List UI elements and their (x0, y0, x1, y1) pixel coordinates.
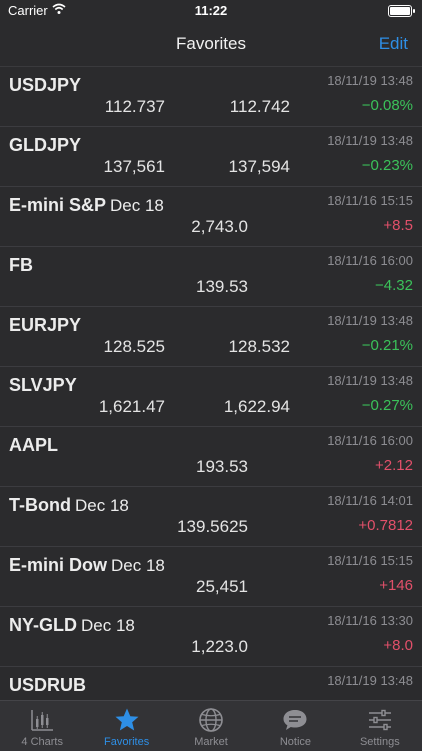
last-price: 1,223.0 (191, 637, 248, 656)
timestamp: 18/11/19 13:48 (327, 73, 413, 88)
quote-row[interactable]: AAPL 18/11/16 16:00 193.53 +2.12 (0, 427, 422, 487)
tab-label: Settings (359, 736, 400, 748)
contract-month: Dec 18 (74, 496, 129, 515)
change-value: +2.12 (375, 457, 413, 474)
timestamp: 18/11/16 14:01 (327, 493, 413, 508)
symbol-label: GLDJPY (9, 135, 81, 156)
symbol-label: SLVJPY (9, 375, 77, 396)
favorites-list[interactable]: USDJPY 18/11/19 13:48 112.737 112.742 −0.08%… (0, 67, 422, 703)
change-value: −0.08% (361, 97, 413, 114)
tab-market[interactable]: Market (169, 701, 253, 751)
contract-month: Dec 18 (81, 616, 135, 635)
tab-settings[interactable]: Settings (338, 701, 422, 751)
change-value: +8.5 (383, 217, 413, 234)
symbol-label: E-mini S&P Dec 18 (9, 195, 164, 216)
symbol-label: USDJPY (9, 75, 81, 96)
quote-row[interactable]: EURJPY 18/11/19 13:48 128.525 128.532 −0.21% (0, 307, 422, 367)
ask-price: 1,622.94 (223, 397, 290, 416)
globe-icon (198, 707, 224, 733)
quote-row[interactable]: SLVJPY 18/11/19 13:48 1,621.47 1,622.94 −0.2… (0, 367, 422, 427)
symbol-name: GLDJPY (9, 135, 82, 155)
change-value: −4.32 (375, 277, 413, 294)
symbol-name: E-mini Dow (9, 555, 107, 575)
tab-favorites[interactable]: Favorites (84, 701, 168, 751)
symbol-label: NY-GLD Dec 18 (9, 615, 135, 636)
tab-label: Favorites (103, 736, 150, 748)
navigation-bar: Favorites Edit (0, 22, 422, 67)
chat-bubble-icon (282, 707, 308, 733)
change-value: −0.23% (361, 157, 413, 174)
change-value: +8.0 (383, 637, 413, 654)
status-bar: Carrier 11:22 (0, 0, 422, 22)
last-price: 2,743.0 (191, 217, 248, 236)
ask-price: 137,594 (228, 157, 290, 176)
page-title: Favorites (176, 34, 246, 53)
last-price: 139.5625 (177, 517, 248, 536)
symbol-label: T-Bond Dec 18 (9, 495, 129, 516)
bid-price: 128.525 (103, 337, 165, 356)
bid-price: 1,621.47 (98, 397, 165, 416)
timestamp: 18/11/19 13:48 (327, 373, 413, 388)
change-value: +0.7812 (358, 517, 413, 534)
quote-row[interactable]: USDRUB18/11/19 13:4866.078666.10430.00% (0, 667, 422, 703)
symbol-name: T-Bond (9, 495, 71, 515)
timestamp: 18/11/19 13:48 (327, 673, 413, 688)
timestamp: 18/11/16 16:00 (327, 433, 413, 448)
symbol-label: E-mini Dow Dec 18 (9, 555, 165, 576)
chart-icon (29, 707, 55, 733)
tab-label: 4 Charts (21, 736, 63, 748)
tab-bar: 4 Charts Favorites Market Notice Settings (0, 700, 422, 751)
tab-4-charts[interactable]: 4 Charts (0, 701, 84, 751)
status-time: 11:22 (194, 3, 228, 18)
contract-month: Dec 18 (110, 196, 164, 215)
sliders-icon (367, 707, 393, 733)
tab-notice[interactable]: Notice (253, 701, 337, 751)
last-price: 193.53 (196, 457, 248, 476)
quote-row[interactable]: T-Bond Dec 18 18/11/16 14:01 139.5625 +0.781… (0, 487, 422, 547)
symbol-name: E-mini S&P (9, 195, 107, 215)
quote-row[interactable]: E-mini Dow Dec 18 18/11/16 15:15 25,451 +146 (0, 547, 422, 607)
quote-row[interactable]: FB 18/11/16 16:00 139.53 −4.32 (0, 247, 422, 307)
timestamp: 18/11/19 13:48 (327, 313, 413, 328)
last-price: 25,451 (196, 577, 248, 596)
symbol-name: NY-GLD (9, 615, 78, 635)
quote-row[interactable]: USDJPY 18/11/19 13:48 112.737 112.742 −0.08% (0, 67, 422, 127)
contract-month: Dec 18 (111, 556, 165, 575)
change-value: −0.21% (361, 337, 413, 354)
bid-price: 137,561 (103, 157, 165, 176)
tab-label: Notice (279, 736, 312, 748)
star-icon (114, 707, 140, 733)
quote-row[interactable]: NY-GLD Dec 18 18/11/16 13:30 1,223.0 +8.0 (0, 607, 422, 667)
timestamp: 18/11/16 16:00 (327, 253, 413, 268)
quote-row[interactable]: E-mini S&P Dec 18 18/11/16 15:15 2,743.0 +8.… (0, 187, 422, 247)
quote-row[interactable]: GLDJPY 18/11/19 13:48 137,561 137,594 −0.23% (0, 127, 422, 187)
symbol-name: FB (9, 255, 33, 275)
change-value: +146 (379, 577, 413, 594)
last-price: 139.53 (196, 277, 248, 296)
symbol-name: SLVJPY (9, 375, 77, 395)
tab-label: Market (194, 736, 228, 748)
symbol-label: EURJPY (9, 315, 81, 336)
ask-price: 112.742 (229, 97, 290, 116)
timestamp: 18/11/16 15:15 (327, 553, 413, 568)
symbol-name: USDJPY (9, 75, 82, 95)
timestamp: 18/11/16 13:30 (327, 613, 413, 628)
symbol-label: FB (9, 255, 33, 276)
ask-price: 128.532 (228, 337, 290, 356)
symbol-label: AAPL (9, 435, 58, 456)
timestamp: 18/11/19 13:48 (327, 133, 413, 148)
battery-icon (388, 5, 415, 17)
symbol-label: USDRUB (9, 675, 86, 696)
symbol-name: EURJPY (9, 315, 82, 335)
change-value: −0.27% (361, 397, 413, 414)
symbol-name: USDRUB (9, 675, 87, 695)
edit-button[interactable]: Edit (379, 34, 408, 54)
bid-price: 112.737 (104, 97, 165, 116)
timestamp: 18/11/16 15:15 (327, 193, 413, 208)
symbol-name: AAPL (9, 435, 58, 455)
